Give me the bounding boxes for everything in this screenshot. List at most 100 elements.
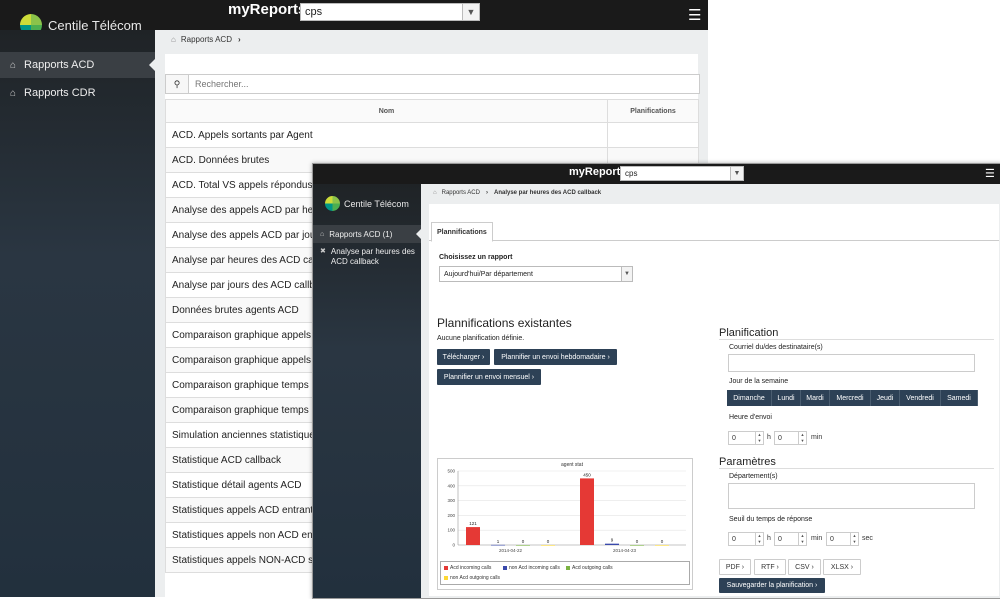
y-tick-label: 400 bbox=[447, 483, 455, 488]
report-name-cell[interactable]: ACD. Appels sortants par Agent bbox=[165, 122, 608, 148]
threshold-minute-stepper[interactable]: 0 ▲ ▼ bbox=[774, 532, 807, 546]
weekday-button-4[interactable]: Jeudi bbox=[871, 390, 900, 406]
column-header-planifications[interactable]: Planifications bbox=[607, 99, 699, 123]
weekday-button-1[interactable]: Lundi bbox=[772, 390, 801, 406]
stepper-arrows-icon[interactable]: ▲ ▼ bbox=[798, 533, 806, 545]
bar bbox=[655, 545, 669, 546]
export-pdf-button[interactable]: PDF › bbox=[719, 559, 751, 575]
search-input[interactable] bbox=[189, 75, 699, 93]
data-label: 1 bbox=[497, 539, 500, 544]
weekday-button-5[interactable]: Vendredi bbox=[900, 390, 941, 406]
save-schedule-button[interactable]: Sauvegarder la planification › bbox=[719, 578, 825, 593]
sidebar-item-rapports-cdr[interactable]: ⌂ Rapports CDR bbox=[0, 80, 155, 106]
hour-unit: h bbox=[767, 535, 771, 542]
customer-select[interactable]: cps ▼ bbox=[300, 3, 480, 21]
close-icon[interactable]: ✖ bbox=[320, 247, 326, 257]
department-label: Département(s) bbox=[729, 473, 778, 480]
data-label: 450 bbox=[583, 472, 591, 477]
bar bbox=[630, 545, 644, 546]
hour-unit: h bbox=[767, 434, 771, 441]
department-input[interactable] bbox=[728, 483, 975, 509]
table-row[interactable]: ACD. Appels sortants par Agent bbox=[165, 122, 699, 148]
x-tick-label: 2014-04-22 bbox=[499, 548, 523, 553]
send-minute-stepper[interactable]: 0 ▲ ▼ bbox=[774, 431, 807, 445]
chart-canvas: agent stat01002003004005001211 0 02014-04-… bbox=[447, 462, 686, 553]
legend-entry[interactable]: Acd incoming calls bbox=[444, 565, 491, 571]
breadcrumb-item[interactable]: Rapports ACD bbox=[181, 35, 232, 44]
brand-logo[interactable]: Centile Télécom bbox=[325, 196, 409, 211]
sidebar-item-label: Analyse par heures des ACD callback bbox=[330, 247, 415, 266]
chevron-right-icon: › bbox=[485, 190, 488, 196]
stepper-arrows-icon[interactable]: ▲ ▼ bbox=[755, 533, 763, 545]
legend-entry[interactable]: non Acd incoming calls bbox=[503, 565, 560, 571]
stepper-arrows-icon[interactable]: ▲ ▼ bbox=[798, 432, 806, 444]
export-pdf-label: PDF bbox=[725, 563, 740, 571]
download-button[interactable]: Télécharger › bbox=[437, 349, 490, 365]
sidebar-item-rapports-acd[interactable]: ⌂ Rapports ACD bbox=[0, 52, 155, 78]
weekday-button-0[interactable]: Dimanche bbox=[727, 390, 772, 406]
no-schedule-text: Aucune planification définie. bbox=[437, 335, 525, 342]
weekday-button-3[interactable]: Mercredi bbox=[830, 390, 871, 406]
legend-entry[interactable]: Acd outgoing calls bbox=[566, 565, 613, 571]
stepper-arrows-icon[interactable]: ▲ ▼ bbox=[850, 533, 858, 545]
schedule-monthly-button[interactable]: Plannifier un envoi mensuel › bbox=[437, 369, 541, 385]
threshold-second-stepper[interactable]: 0 ▲ ▼ bbox=[826, 532, 859, 546]
home-icon[interactable]: ⌂ bbox=[171, 35, 176, 44]
sidebar-item-rapports-acd[interactable]: ⌂ Rapports ACD (1) bbox=[313, 225, 421, 243]
legend-entry[interactable]: non Acd outgoing calls bbox=[444, 575, 500, 581]
choose-report-label: Choisissez un rapport bbox=[439, 254, 513, 261]
export-xlsx-label: XLSX bbox=[830, 563, 849, 571]
legend-swatch bbox=[444, 576, 448, 580]
weekday-button-2[interactable]: Mardi bbox=[801, 390, 830, 406]
email-input[interactable] bbox=[728, 354, 975, 372]
export-csv-label: CSV bbox=[795, 563, 810, 571]
stepper-arrows-icon[interactable]: ▲ ▼ bbox=[755, 432, 763, 444]
threshold-second-value: 0 bbox=[830, 535, 834, 543]
y-tick-label: 300 bbox=[447, 498, 455, 503]
y-tick-label: 0 bbox=[452, 543, 455, 548]
divider bbox=[719, 468, 994, 469]
centile-logo-icon bbox=[325, 196, 340, 211]
sidebar-item-open-report[interactable]: ✖ Analyse par heures des ACD callback bbox=[313, 247, 421, 271]
y-tick-label: 500 bbox=[447, 469, 455, 474]
chevron-down-icon[interactable]: ▼ bbox=[621, 267, 632, 281]
chevron-down-icon[interactable]: ▼ bbox=[730, 167, 743, 180]
schedule-weekly-button[interactable]: Plannifier un envoi hebdomadaire › bbox=[494, 349, 617, 365]
export-rtf-button[interactable]: RTF › bbox=[754, 559, 786, 575]
divider bbox=[719, 339, 994, 340]
home-icon[interactable]: ⌂ bbox=[433, 190, 437, 196]
existing-schedules-title: Plannifications existantes bbox=[437, 316, 572, 330]
breadcrumb-current: Analyse par heures des ACD callback bbox=[493, 190, 602, 196]
send-hour-stepper[interactable]: 0 ▲ ▼ bbox=[728, 431, 764, 445]
bar bbox=[580, 478, 594, 545]
menu-icon[interactable]: ☰ bbox=[985, 169, 995, 180]
customer-select[interactable]: cps ▼ bbox=[620, 166, 744, 181]
app-title: myReports bbox=[228, 1, 307, 18]
report-select[interactable]: Aujourd'hui/Par département ▼ bbox=[439, 266, 633, 282]
table-header: Nom Planifications bbox=[165, 99, 699, 123]
threshold-hour-stepper[interactable]: 0 ▲ ▼ bbox=[728, 532, 764, 546]
minute-unit: min bbox=[811, 434, 823, 441]
threshold-minute-value: 0 bbox=[778, 535, 782, 543]
data-label: 121 bbox=[469, 521, 477, 526]
y-tick-label: 200 bbox=[447, 513, 455, 518]
breadcrumb-item[interactable]: Rapports ACD bbox=[442, 190, 480, 196]
column-header-nom[interactable]: Nom bbox=[165, 99, 608, 123]
bar bbox=[605, 543, 619, 545]
legend-label: Acd incoming calls bbox=[450, 565, 492, 571]
sidebar-item-label: Rapports CDR bbox=[24, 87, 96, 99]
data-label: 0 bbox=[522, 539, 525, 544]
weekday-button-6[interactable]: Samedi bbox=[941, 390, 978, 406]
schedule-monthly-label: Plannifier un envoi mensuel bbox=[443, 373, 530, 381]
sidebar: Centile Télécom ⌂ Rapports ACD (1) ✖ Ana… bbox=[313, 184, 421, 598]
second-unit: sec bbox=[862, 535, 873, 542]
menu-icon[interactable]: ☰ bbox=[688, 8, 701, 23]
home-icon: ⌂ bbox=[10, 87, 17, 99]
export-xlsx-button[interactable]: XLSX › bbox=[823, 559, 861, 575]
customer-select-value: cps bbox=[625, 169, 638, 178]
export-csv-button[interactable]: CSV › bbox=[788, 559, 821, 575]
bar bbox=[541, 545, 555, 546]
download-button-label: Télécharger bbox=[442, 353, 481, 361]
chevron-down-icon[interactable]: ▼ bbox=[462, 4, 479, 20]
tab-plannifications[interactable]: Plannifications bbox=[431, 222, 493, 242]
